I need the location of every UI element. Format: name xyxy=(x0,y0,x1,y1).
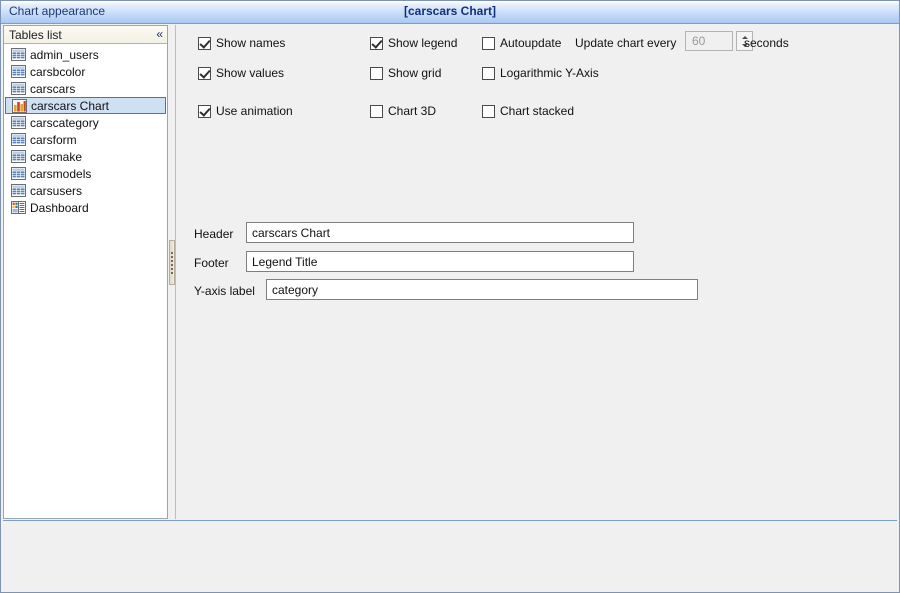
autoupdate-label: Autoupdate xyxy=(500,36,561,50)
show-names-label: Show names xyxy=(216,36,285,50)
use-animation-checkbox-box[interactable] xyxy=(198,105,211,118)
table-grid-icon xyxy=(11,184,26,197)
sidebar-item-carscars-chart[interactable]: carscars Chart xyxy=(5,97,166,114)
sidebar-item-label: carscars Chart xyxy=(31,99,109,113)
show-values-checkbox-box[interactable] xyxy=(198,67,211,80)
update-interval-prefix-label: Update chart every xyxy=(575,36,676,50)
logarithmic-y-axis-checkbox-box[interactable] xyxy=(482,67,495,80)
checkbox-chart-stacked[interactable]: Chart stacked xyxy=(482,104,574,118)
sidebar-item-carsform[interactable]: carsform xyxy=(4,131,167,148)
sidebar-item-label: carsmake xyxy=(30,150,82,164)
window-title-center: [carscars Chart] xyxy=(1,4,899,18)
checkbox-logarithmic-y-axis[interactable]: Logarithmic Y-Axis xyxy=(482,66,599,80)
sidebar-item-label: carsform xyxy=(30,133,77,147)
sidebar-item-label: carsmodels xyxy=(30,167,91,181)
table-grid-icon xyxy=(11,82,26,95)
show-values-label: Show values xyxy=(216,66,284,80)
checkbox-show-values[interactable]: Show values xyxy=(198,66,284,80)
grip-dot xyxy=(171,256,173,258)
sidebar-item-dashboard[interactable]: Dashboard xyxy=(4,199,167,216)
grip-dot xyxy=(171,268,173,270)
checkbox-show-names[interactable]: Show names xyxy=(198,36,285,50)
collapse-panel-icon[interactable]: « xyxy=(156,28,162,41)
grip-dot xyxy=(171,272,173,274)
header-input[interactable]: carscars Chart xyxy=(246,222,634,243)
bar-chart-icon xyxy=(12,99,27,112)
sidebar-item-label: carscategory xyxy=(30,116,99,130)
checkbox-use-animation[interactable]: Use animation xyxy=(198,104,293,118)
sidebar-item-carsbcolor[interactable]: carsbcolor xyxy=(4,63,167,80)
table-grid-icon xyxy=(11,65,26,78)
sidebar-item-label: carsusers xyxy=(30,184,82,198)
y-axis-label-field-label: Y-axis label xyxy=(194,284,255,298)
checkbox-chart-3d[interactable]: Chart 3D xyxy=(370,104,436,118)
sidebar-item-carsmake[interactable]: carsmake xyxy=(4,148,167,165)
table-grid-icon xyxy=(11,48,26,61)
footer-field-label: Footer xyxy=(194,256,229,270)
grip-dot xyxy=(171,260,173,262)
table-grid-icon xyxy=(11,133,26,146)
update-interval-suffix-label: seconds xyxy=(744,36,789,50)
show-grid-checkbox-box[interactable] xyxy=(370,67,383,80)
autoupdate-checkbox-box[interactable] xyxy=(482,37,495,50)
sidebar-item-carsusers[interactable]: carsusers xyxy=(4,182,167,199)
sidebar-item-carscategory[interactable]: carscategory xyxy=(4,114,167,131)
tables-list-title: Tables list xyxy=(9,28,62,42)
sidebar-item-carsmodels[interactable]: carsmodels xyxy=(4,165,167,182)
sidebar-item-label: admin_users xyxy=(30,48,99,62)
sidebar-item-admin-users[interactable]: admin_users xyxy=(4,46,167,63)
wizard-button-bar: Project << Back Next >> Build Help xyxy=(2,521,898,591)
chart-3d-checkbox-box[interactable] xyxy=(370,105,383,118)
sidebar-item-carscars[interactable]: carscars xyxy=(4,80,167,97)
sidebar-item-label: Dashboard xyxy=(30,201,89,215)
table-grid-icon xyxy=(11,150,26,163)
update-interval-input[interactable]: 60 xyxy=(685,31,733,51)
show-grid-label: Show grid xyxy=(388,66,441,80)
checkbox-autoupdate[interactable]: Autoupdate xyxy=(482,36,561,50)
dashboard-icon xyxy=(11,201,26,214)
logarithmic-y-axis-label: Logarithmic Y-Axis xyxy=(500,66,599,80)
footer-input[interactable]: Legend Title xyxy=(246,251,634,272)
y-axis-label-input[interactable]: category xyxy=(266,279,698,300)
tables-tree: admin_users carsbcolor carscars carscars Ch… xyxy=(4,44,167,216)
window-titlebar: Chart appearance [carscars Chart] xyxy=(1,1,899,24)
show-names-checkbox-box[interactable] xyxy=(198,37,211,50)
tables-list-panel: Tables list « admin_users carsbcolor carsc… xyxy=(3,25,168,519)
grip-dot xyxy=(171,252,173,254)
chart-stacked-checkbox-box[interactable] xyxy=(482,105,495,118)
table-grid-icon xyxy=(11,167,26,180)
show-legend-checkbox-box[interactable] xyxy=(370,37,383,50)
header-field-label: Header xyxy=(194,227,233,241)
update-interval-spinner[interactable]: 60 xyxy=(685,31,753,51)
use-animation-label: Use animation xyxy=(216,104,293,118)
table-grid-icon xyxy=(11,116,26,129)
sidebar-item-label: carscars xyxy=(30,82,75,96)
show-legend-label: Show legend xyxy=(388,36,457,50)
chart-appearance-window: Chart appearance [carscars Chart] Tables… xyxy=(0,0,900,593)
sidebar-item-label: carsbcolor xyxy=(30,65,85,79)
checkbox-show-grid[interactable]: Show grid xyxy=(370,66,441,80)
chart-3d-label: Chart 3D xyxy=(388,104,436,118)
tables-list-header: Tables list « xyxy=(4,26,167,44)
chart-stacked-label: Chart stacked xyxy=(500,104,574,118)
grip-dot xyxy=(171,264,173,266)
checkbox-show-legend[interactable]: Show legend xyxy=(370,36,457,50)
chart-appearance-form: Show names Show values Use animation Sho… xyxy=(175,25,897,519)
